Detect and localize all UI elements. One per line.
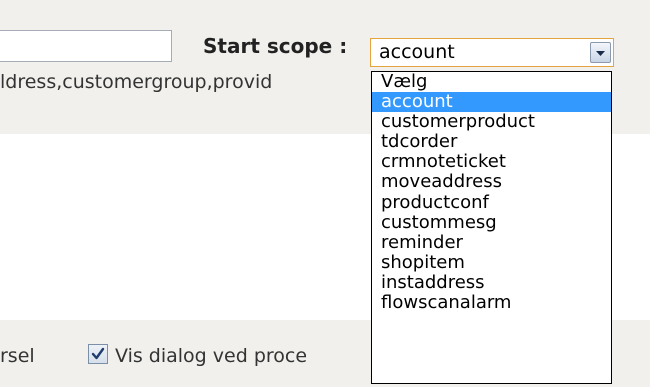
- vis-dialog-checkbox-label: Vis dialog ved proce: [115, 345, 308, 367]
- checkmark-icon: [91, 347, 105, 360]
- start-scope-select-value: account: [379, 41, 455, 63]
- dropdown-option[interactable]: shopitem: [372, 252, 611, 273]
- text-input[interactable]: [0, 30, 172, 62]
- chevron-down-icon[interactable]: [590, 42, 611, 63]
- dropdown-option[interactable]: flowscanalarm: [372, 292, 611, 313]
- dropdown-option[interactable]: tdcorder: [372, 132, 611, 152]
- dropdown-option[interactable]: account: [372, 92, 611, 113]
- dropdown-option[interactable]: moveaddress: [372, 172, 611, 192]
- vis-dialog-checkbox[interactable]: [88, 344, 108, 364]
- dropdown-option[interactable]: reminder: [372, 232, 611, 253]
- dropdown-option[interactable]: Vælg: [372, 72, 611, 92]
- start-scope-dropdown: Vælg account customerproduct tdcorder crmnot…: [371, 71, 612, 384]
- page: Start scope : ldress,customergroup,provi…: [0, 0, 650, 387]
- bottom-left-text: rsel: [0, 345, 35, 367]
- dropdown-option[interactable]: productconf: [372, 192, 611, 213]
- dropdown-option[interactable]: customerproduct: [372, 112, 611, 132]
- start-scope-label: Start scope :: [203, 34, 348, 58]
- start-scope-select[interactable]: account: [370, 38, 614, 67]
- dropdown-option[interactable]: crmnoteticket: [372, 152, 611, 172]
- dropdown-option[interactable]: custommesg: [372, 212, 611, 233]
- scope-list-text: ldress,customergroup,provid: [0, 71, 273, 93]
- dropdown-option[interactable]: instaddress: [372, 272, 611, 293]
